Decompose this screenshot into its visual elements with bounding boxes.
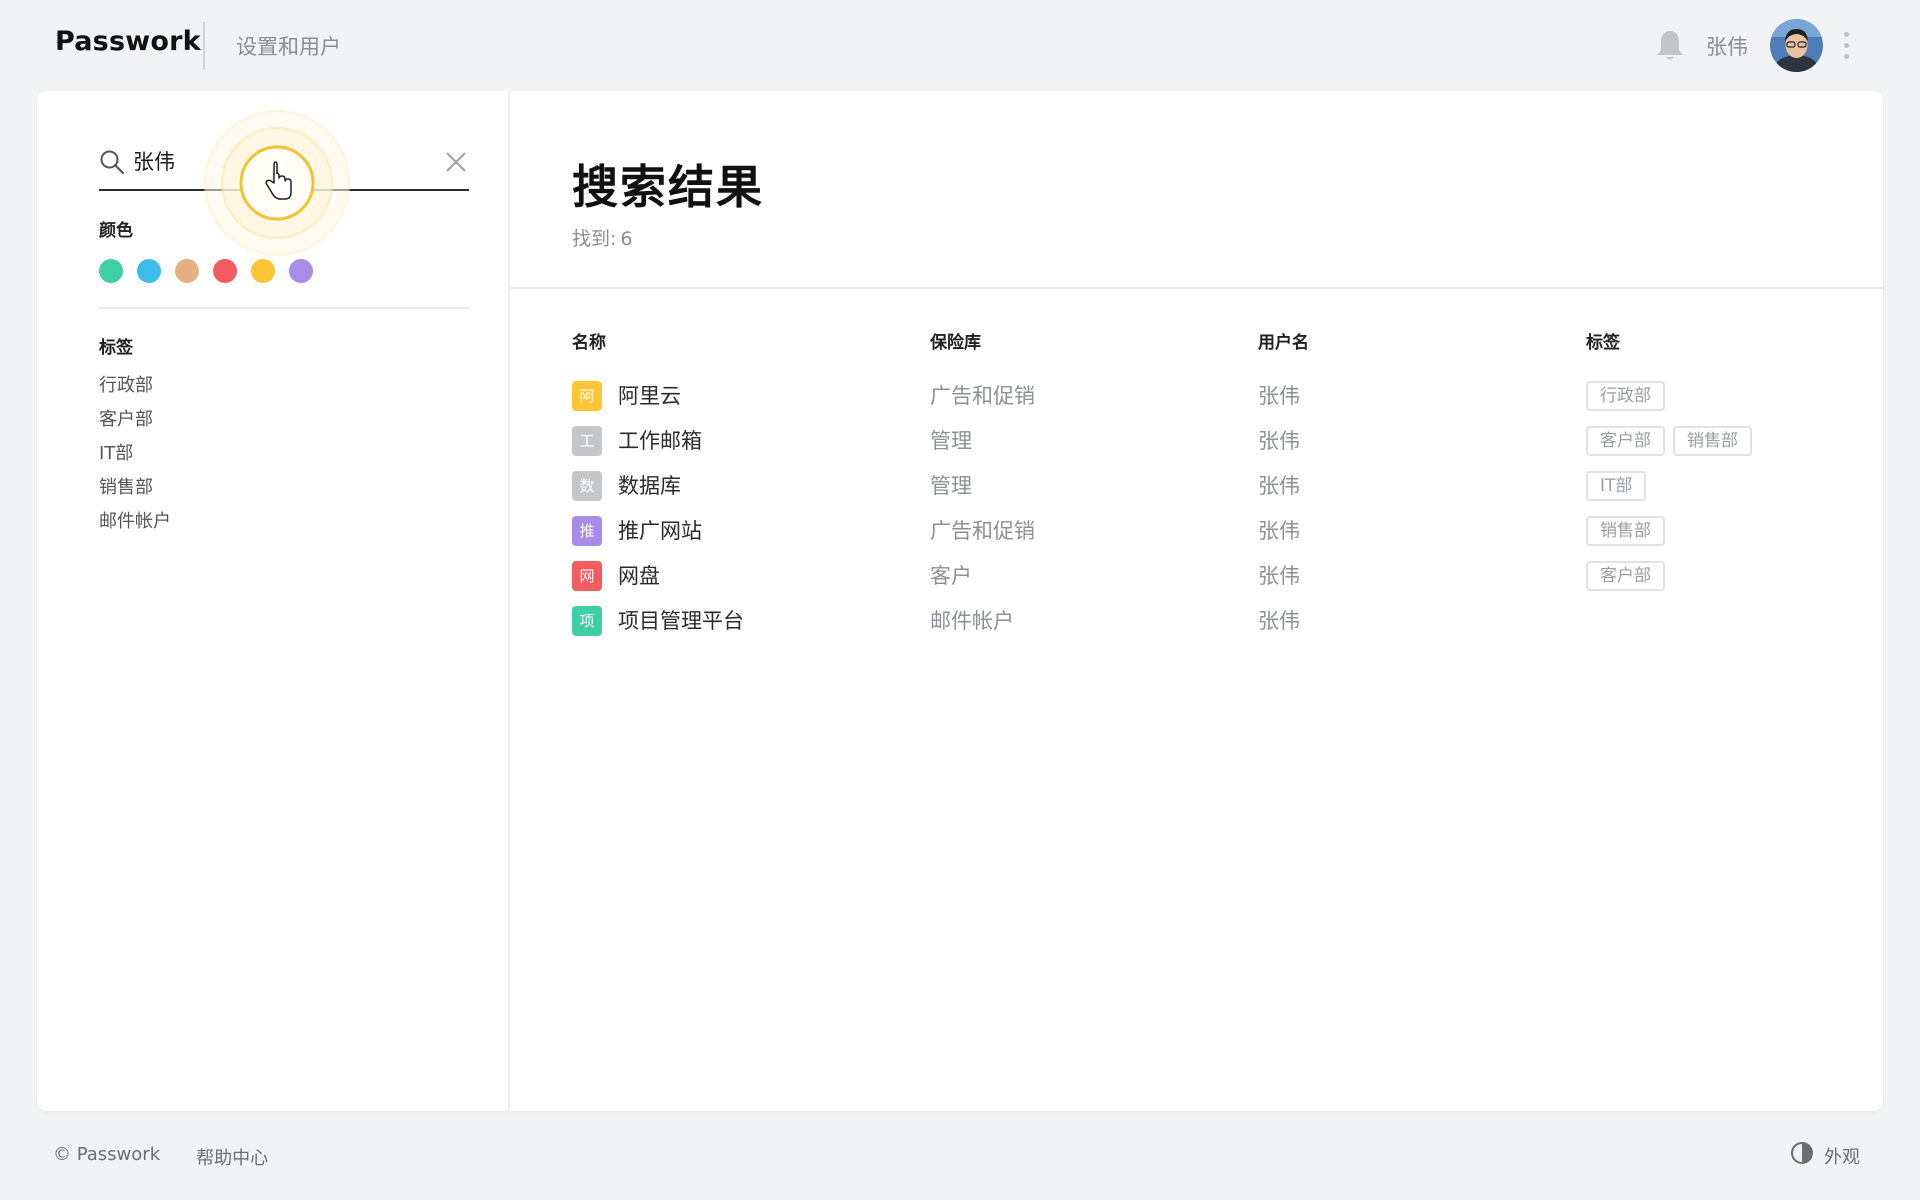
table-row[interactable]: 工工作邮箱 管理 张伟 客户部 销售部	[510, 425, 1883, 470]
item-name-cell[interactable]: 项项目管理平台	[572, 605, 744, 637]
item-username: 张伟	[1258, 519, 1300, 543]
more-menu-icon[interactable]	[1838, 32, 1854, 60]
search-box	[99, 139, 469, 191]
table-row[interactable]: 网网盘 客户 张伟 客户部	[510, 560, 1883, 605]
tag-filter-list: 行政部 客户部 IT部 销售部 邮件帐户	[99, 369, 171, 539]
item-name-cell[interactable]: 工工作邮箱	[572, 425, 702, 457]
item-initial-icon: 推	[572, 516, 602, 546]
item-initial-icon: 工	[572, 426, 602, 456]
sidebar-tag-item[interactable]: 客户部	[99, 403, 171, 437]
tags-title: 标签	[99, 338, 133, 358]
footer-left: © Passwork 帮助中心	[53, 1144, 268, 1170]
item-tags: 客户部	[1586, 561, 1665, 593]
header-divider	[510, 287, 1883, 289]
item-name[interactable]: 推广网站	[618, 515, 702, 547]
table-row[interactable]: 项项目管理平台 邮件帐户 张伟	[510, 605, 1883, 650]
column-header-vault[interactable]: 保险库	[930, 328, 981, 353]
item-vault[interactable]: 邮件帐户	[930, 605, 1014, 637]
item-vault[interactable]: 管理	[930, 425, 972, 457]
item-username: 张伟	[1258, 384, 1300, 408]
appearance-label: 外观	[1824, 1146, 1860, 1168]
appearance-toggle[interactable]: 外观	[1790, 1141, 1860, 1170]
search-input[interactable]	[133, 139, 413, 183]
item-name[interactable]: 工作邮箱	[618, 425, 702, 457]
results-count-label: 找到:	[572, 228, 617, 250]
tag-chip[interactable]: 销售部	[1673, 426, 1752, 456]
item-name-cell[interactable]: 推推广网站	[572, 515, 702, 547]
sidebar-divider	[99, 307, 469, 309]
content-card: 颜色 标签 行政部客户部IT部销售部邮件帐户 搜索结果 找到:6 名称 保险库 …	[37, 91, 1883, 1111]
item-vault[interactable]: 广告和促销	[930, 380, 1035, 412]
item-name[interactable]: 网盘	[618, 560, 660, 592]
item-name[interactable]: 项目管理平台	[618, 605, 744, 637]
item-username: 张伟	[1258, 564, 1300, 588]
item-tags: 销售部	[1586, 516, 1665, 548]
sidebar-tag-item[interactable]: IT部	[99, 437, 171, 471]
tag-chip[interactable]: 行政部	[1586, 381, 1665, 411]
item-name-cell[interactable]: 网网盘	[572, 560, 660, 592]
item-username: 张伟	[1258, 429, 1300, 453]
color-filter-list	[99, 259, 313, 283]
item-initial-icon: 数	[572, 471, 602, 501]
clear-search-icon[interactable]	[444, 150, 468, 174]
color-filter-dot[interactable]	[289, 259, 313, 283]
colors-title: 颜色	[99, 221, 133, 241]
filter-sidebar: 颜色 标签 行政部客户部IT部销售部邮件帐户	[37, 91, 510, 1111]
item-vault[interactable]: 客户	[930, 560, 972, 592]
column-header-tags[interactable]: 标签	[1586, 328, 1620, 353]
item-username: 张伟	[1258, 474, 1300, 498]
item-tags: 客户部 销售部	[1586, 426, 1752, 458]
avatar[interactable]	[1770, 19, 1823, 72]
column-header-name[interactable]: 名称	[572, 328, 606, 353]
item-username: 张伟	[1258, 609, 1300, 633]
results-count: 找到: 6	[572, 224, 633, 251]
table-row[interactable]: 推推广网站 广告和促销 张伟 销售部	[510, 515, 1883, 560]
contrast-icon	[1790, 1141, 1814, 1170]
copyright-text: © Passwork	[53, 1144, 161, 1165]
sidebar-tag-item[interactable]: 行政部	[99, 369, 171, 403]
table-row[interactable]: 数数据库 管理 张伟 IT部	[510, 470, 1883, 515]
brand-logo[interactable]: Passwork	[55, 26, 201, 57]
item-name-cell[interactable]: 阿阿里云	[572, 380, 681, 412]
item-tags: IT部	[1586, 471, 1647, 503]
item-initial-icon: 项	[572, 606, 602, 636]
results-count-value: 6	[620, 228, 633, 250]
top-bar: Passwork 设置和用户 张伟	[0, 0, 1920, 90]
color-filter-dot[interactable]	[251, 259, 275, 283]
table-row[interactable]: 阿阿里云 广告和促销 张伟 行政部	[510, 380, 1883, 425]
item-tags: 行政部	[1586, 381, 1665, 413]
notification-bell-icon[interactable]	[1654, 28, 1686, 64]
tag-chip[interactable]: 客户部	[1586, 426, 1665, 456]
tag-chip[interactable]: 客户部	[1586, 561, 1665, 591]
search-icon	[99, 149, 125, 175]
settings-users-link[interactable]: 设置和用户	[236, 31, 341, 61]
color-filter-dot[interactable]	[99, 259, 123, 283]
tag-chip[interactable]: IT部	[1586, 471, 1647, 501]
color-filter-dot[interactable]	[137, 259, 161, 283]
item-name[interactable]: 阿里云	[618, 380, 681, 412]
sidebar-tag-item[interactable]: 销售部	[99, 471, 171, 505]
user-name[interactable]: 张伟	[1706, 31, 1748, 61]
color-filter-dot[interactable]	[213, 259, 237, 283]
page-title: 搜索结果	[572, 160, 764, 214]
color-filter-dot[interactable]	[175, 259, 199, 283]
tag-chip[interactable]: 销售部	[1586, 516, 1665, 546]
column-header-username[interactable]: 用户名	[1258, 328, 1309, 353]
item-name[interactable]: 数据库	[618, 470, 681, 502]
item-initial-icon: 网	[572, 561, 602, 591]
help-center-link[interactable]: 帮助中心	[196, 1144, 268, 1170]
item-vault[interactable]: 管理	[930, 470, 972, 502]
item-name-cell[interactable]: 数数据库	[572, 470, 681, 502]
sidebar-tag-item[interactable]: 邮件帐户	[99, 505, 171, 539]
item-initial-icon: 阿	[572, 381, 602, 411]
brand-divider	[203, 22, 205, 70]
item-vault[interactable]: 广告和促销	[930, 515, 1035, 547]
search-results-panel: 搜索结果 找到: 6 名称 保险库 用户名 标签 阿阿里云 广告和促销 张伟 行政部工工…	[510, 91, 1883, 1111]
